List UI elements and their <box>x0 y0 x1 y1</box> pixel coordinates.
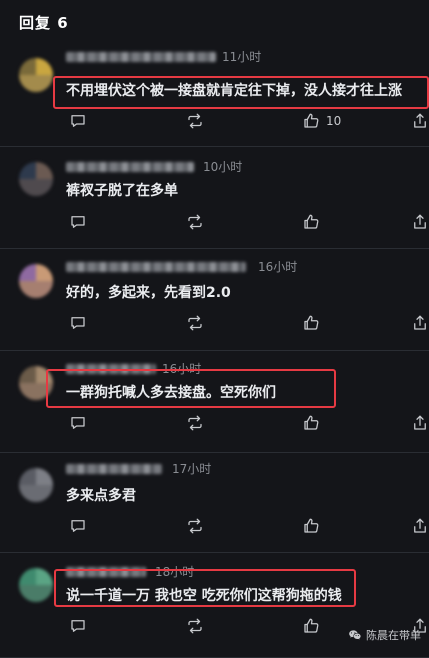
repost-icon <box>188 618 202 634</box>
highlight-box <box>53 76 429 109</box>
share-icon <box>414 315 426 330</box>
thumbs-up-icon <box>304 518 319 533</box>
comment-time: 11小时 <box>222 50 262 64</box>
like-button[interactable]: 10 <box>302 112 341 130</box>
comment-time: 17小时 <box>172 462 212 476</box>
comment-item: 11小时 不用埋伏这个被一接盘就肯定往下掉，没人接才往上涨 10 <box>0 42 429 147</box>
repost-icon <box>188 518 202 534</box>
comment-item: 10小时裤衩子脱了在多单 <box>0 146 429 249</box>
share-icon <box>414 214 426 229</box>
username-blurred[interactable] <box>66 162 194 172</box>
username-blurred[interactable] <box>66 464 162 474</box>
highlight-box <box>54 569 356 607</box>
reply-button[interactable] <box>69 213 87 231</box>
comment-icon <box>71 115 85 127</box>
share-button[interactable] <box>411 314 429 332</box>
comment-icon <box>71 317 85 329</box>
share-button[interactable] <box>411 414 429 432</box>
thumbs-up-icon <box>304 113 319 128</box>
username-blurred[interactable] <box>66 52 216 62</box>
comment-time: 10小时 <box>203 160 243 174</box>
repost-icon <box>188 315 202 331</box>
reply-button[interactable] <box>69 314 87 332</box>
reply-button[interactable] <box>69 617 87 635</box>
repost-icon <box>188 113 202 129</box>
watermark-text: 陈晨在带单 <box>366 629 421 642</box>
repost-icon <box>188 415 202 431</box>
comment-icon <box>71 417 85 429</box>
thumbs-up-icon <box>304 315 319 330</box>
share-button[interactable] <box>411 517 429 535</box>
thumbs-up-icon <box>304 214 319 229</box>
page-title: 回复 6 <box>19 14 69 32</box>
comment-item: 17小时多来点多君 <box>0 452 429 553</box>
comment-text: 多来点多君 <box>66 488 136 504</box>
share-icon <box>414 518 426 533</box>
watermark: 陈晨在带单 <box>348 627 421 643</box>
like-button[interactable] <box>302 213 320 231</box>
avatar[interactable] <box>19 162 53 196</box>
avatar[interactable] <box>19 468 53 502</box>
like-button[interactable] <box>302 314 320 332</box>
like-count: 10 <box>326 114 342 128</box>
repost-icon <box>188 214 202 230</box>
repost-button[interactable] <box>186 213 204 231</box>
share-button[interactable] <box>411 213 429 231</box>
comment-time: 16小时 <box>258 260 298 274</box>
comment-item: 16小时好的，多起来，先看到2.0 <box>0 248 429 351</box>
share-button[interactable] <box>411 112 429 130</box>
thumbs-up-icon <box>304 618 319 633</box>
avatar[interactable] <box>19 568 53 602</box>
comment-icon <box>71 520 85 532</box>
share-icon <box>414 415 426 430</box>
repost-button[interactable] <box>186 414 204 432</box>
like-button[interactable] <box>302 617 320 635</box>
thumbs-up-icon <box>304 415 319 430</box>
repost-button[interactable] <box>186 517 204 535</box>
avatar[interactable] <box>19 58 53 92</box>
comment-item: 16小时 一群狗托喊人多去接盘。空死你们 <box>0 350 429 453</box>
comment-text: 好的，多起来，先看到2.0 <box>66 285 231 301</box>
reply-button[interactable] <box>69 414 87 432</box>
comment-text: 裤衩子脱了在多单 <box>66 183 178 199</box>
repost-button[interactable] <box>186 314 204 332</box>
comment-icon <box>71 620 85 632</box>
repost-button[interactable] <box>186 112 204 130</box>
avatar[interactable] <box>19 264 53 298</box>
repost-button[interactable] <box>186 617 204 635</box>
comment-icon <box>71 216 85 228</box>
like-button[interactable] <box>302 414 320 432</box>
share-icon <box>414 113 426 128</box>
reply-button[interactable] <box>69 517 87 535</box>
username-blurred[interactable] <box>66 262 246 272</box>
like-button[interactable] <box>302 517 320 535</box>
reply-button[interactable] <box>69 112 87 130</box>
highlight-box <box>46 369 336 408</box>
wechat-icon <box>349 630 361 640</box>
